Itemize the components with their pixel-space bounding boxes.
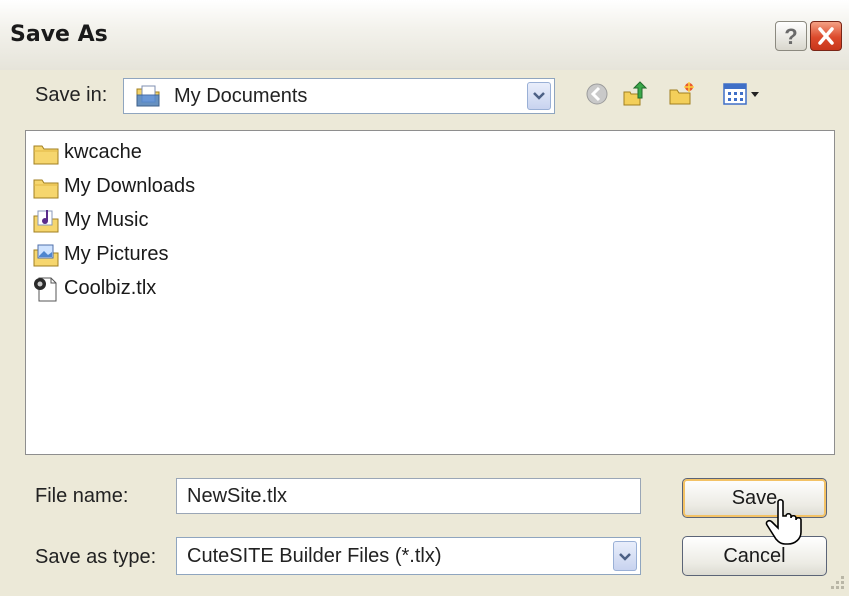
file-name: My Downloads bbox=[64, 175, 196, 197]
resize-grip-icon[interactable] bbox=[826, 573, 846, 593]
save-as-type-label: Save as type: bbox=[35, 546, 157, 568]
file-name: Coolbiz.tlx bbox=[64, 277, 157, 299]
back-icon[interactable] bbox=[583, 80, 611, 108]
cancel-button[interactable]: Cancel bbox=[682, 536, 827, 576]
file-name: kwcache bbox=[64, 141, 142, 163]
file-list[interactable]: kwcache My Downloads My Music My Picture… bbox=[25, 130, 835, 455]
new-folder-icon[interactable] bbox=[667, 80, 695, 108]
pictures-folder-icon bbox=[33, 244, 59, 267]
folder-icon bbox=[33, 179, 59, 199]
up-folder-icon[interactable] bbox=[620, 80, 648, 108]
chevron-down-icon bbox=[619, 553, 631, 561]
save-in-dropdown-arrow[interactable] bbox=[527, 82, 551, 110]
help-icon: ? bbox=[784, 24, 798, 49]
window-title: Save As bbox=[10, 22, 108, 47]
save-as-type-value: CuteSITE Builder Files (*.tlx) bbox=[187, 545, 442, 567]
folder-icon bbox=[33, 145, 59, 165]
views-menu-button[interactable] bbox=[722, 82, 764, 108]
title-bar[interactable]: Save As ? bbox=[0, 0, 849, 70]
save-button[interactable]: Save bbox=[682, 478, 827, 518]
file-name: My Music bbox=[64, 209, 149, 231]
save-in-label: Save in: bbox=[35, 84, 108, 106]
music-folder-icon bbox=[33, 210, 59, 233]
help-button[interactable]: ? bbox=[775, 21, 807, 51]
save-as-type-dropdown-arrow[interactable] bbox=[613, 541, 637, 571]
my-documents-icon bbox=[136, 85, 160, 107]
chevron-down-icon bbox=[533, 92, 545, 100]
save-as-dialog: Save As ? Save in: My Documents kwcache … bbox=[0, 0, 849, 596]
views-menu-icon bbox=[723, 83, 759, 105]
save-in-value: My Documents bbox=[174, 85, 308, 107]
close-button[interactable] bbox=[810, 21, 842, 51]
tlx-file-icon bbox=[34, 277, 57, 302]
save-as-type-dropdown[interactable]: CuteSITE Builder Files (*.tlx) bbox=[176, 537, 641, 575]
file-name-field[interactable] bbox=[176, 478, 641, 514]
file-name: My Pictures bbox=[64, 243, 169, 265]
file-name-label: File name: bbox=[35, 485, 129, 507]
save-in-dropdown[interactable]: My Documents bbox=[123, 78, 555, 114]
mouse-pointer-icon bbox=[765, 498, 802, 545]
close-icon bbox=[818, 27, 834, 45]
